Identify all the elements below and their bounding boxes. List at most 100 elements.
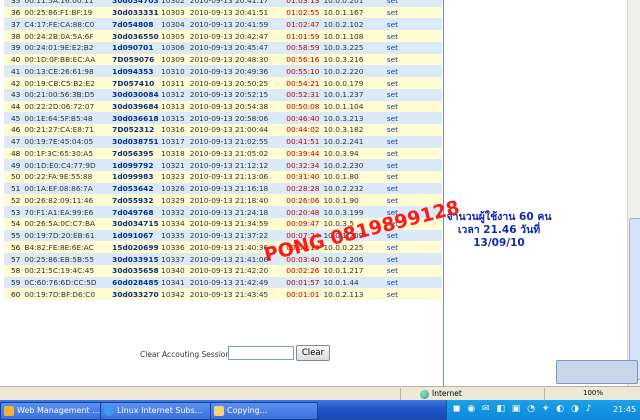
start-time: 2010-09-13 20:54:38 [187, 100, 271, 113]
system-tray: ◼ ◉ ✉ ◧ ▣ ◔ ✦ ◐ ◑ ♪ 21:45 [446, 400, 640, 420]
set-link[interactable]: set [384, 147, 442, 160]
set-link[interactable]: set [384, 6, 442, 19]
session-id: 1d099792 [110, 159, 160, 172]
mac-address: 00:26:5A:0C:C7:BA [22, 217, 111, 230]
start-time: 2010-09-13 21:00:44 [187, 124, 271, 136]
row-number: 53 [4, 206, 23, 218]
start-time: 2010-09-13 20:41:17 [187, 0, 271, 7]
set-link[interactable]: set [384, 288, 442, 301]
start-time: 2010-09-13 20:42:47 [187, 30, 271, 42]
zoom-level[interactable]: 100% [583, 389, 603, 397]
scrollbar-thumb[interactable] [629, 218, 640, 380]
browser-content: 35 00:11:5A:16:00:11 30d034703 10302 2010-09… [0, 0, 640, 386]
globe-icon [420, 389, 429, 399]
annotation-line-time: เวลา 21.46 วันที่ [457, 224, 541, 236]
taskbar-item-copying[interactable]: Copying... [210, 402, 318, 420]
duration: 00:01:01 [270, 288, 322, 301]
account-id: 10318 [159, 147, 188, 160]
row-number: 39 [4, 41, 23, 54]
row-number: 60 [4, 288, 23, 301]
ip-address: 10.0.3.182 [321, 124, 385, 136]
browser-status-bar: Internet 100% [0, 386, 640, 401]
table-row: 52 00:26:82:09:11:46 7d055932 10329 2010-09-… [4, 194, 442, 207]
set-link[interactable]: set [384, 0, 442, 7]
set-link[interactable]: set [384, 100, 442, 113]
account-id: 10302 [159, 0, 188, 7]
duration: 00:50:08 [270, 100, 322, 113]
set-link[interactable]: set [384, 65, 442, 78]
language-bar[interactable] [556, 360, 638, 384]
start-time: 2010-09-13 20:41:51 [187, 6, 271, 19]
set-link[interactable]: set [384, 171, 442, 183]
clear-session-input[interactable] [228, 346, 294, 360]
mac-address: 00:21:5C:19:4C:45 [22, 264, 111, 277]
mac-address: 00:21:00:56:3B:D5 [22, 88, 111, 101]
mac-address: 00:19:7D:BF:D6:C0 [22, 288, 111, 301]
set-link[interactable]: set [384, 41, 442, 54]
table-row: 58 00:21:5C:19:4C:45 30d035658 10340 2010-09… [4, 264, 442, 277]
start-time: 2010-09-13 20:58:06 [187, 112, 271, 125]
set-link[interactable]: set [384, 18, 442, 31]
set-link[interactable]: set [384, 253, 442, 265]
taskbar-item-label: Linux Internet Subs... [117, 406, 203, 415]
start-time: 2010-09-13 21:41:06 [187, 253, 271, 265]
start-time: 2010-09-13 21:05:02 [187, 147, 271, 160]
row-number: 55 [4, 229, 23, 242]
session-id: 1d094353 [110, 65, 160, 78]
table-row: 35 00:11:5A:16:00:11 30d034703 10302 2010-09… [4, 0, 442, 7]
tray-icons[interactable]: ◼ ◉ ✉ ◧ ▣ ◔ ✦ ◐ ◑ ♪ [453, 404, 593, 414]
set-link[interactable]: set [384, 135, 442, 148]
session-id: 7D059076 [110, 53, 160, 66]
mac-address: 00:1D:E0:C4:77:9D [22, 159, 111, 172]
set-link[interactable]: set [384, 112, 442, 125]
start-time: 2010-09-13 21:16:18 [187, 182, 271, 195]
mac-address: 0C:60:76:6D:CC:5D [22, 276, 111, 289]
duration: 00:09:47 [270, 217, 322, 230]
set-link[interactable]: set [384, 264, 442, 277]
taskbar-item-web-management[interactable]: Web Management ... [0, 402, 112, 420]
table-row: 51 00:1A:EF:08:86:7A 7d053642 10326 2010-09-… [4, 182, 442, 195]
session-table-container: 35 00:11:5A:16:00:11 30d034703 10302 2010-09… [4, 0, 442, 301]
set-link[interactable]: set [384, 276, 442, 289]
mac-address: B4:82:FE:8E:6E:AC [22, 241, 111, 254]
mac-address: 00:11:5A:16:00:11 [22, 0, 111, 7]
mac-address: 00:19:CB:C5:B2:E2 [22, 77, 111, 89]
duration: 00:41:51 [270, 135, 322, 148]
mac-address: 00:1E:64:5F:B5:48 [22, 112, 111, 125]
ip-address: 10.0.2.220 [321, 65, 385, 78]
session-id: 7d054808 [110, 18, 160, 31]
session-id: 7d053642 [110, 182, 160, 195]
clock[interactable]: 21:45 [613, 405, 636, 414]
taskbar-item-linux-internet[interactable]: Linux Internet Subs... [100, 402, 222, 420]
set-link[interactable]: set [384, 159, 442, 172]
vertical-scrollbar[interactable] [627, 0, 640, 386]
duration: 00:39:44 [270, 147, 322, 160]
table-row: 46 00:21:27:CA:E8:71 7D052312 10316 2010-09-… [4, 124, 442, 136]
row-number: 38 [4, 30, 23, 42]
table-row: 38 00:24:2B:0A:5A:6F 30d036550 10305 2010-09… [4, 30, 442, 42]
clear-session-label: Clear Accouting Session : [140, 350, 236, 359]
row-number: 49 [4, 159, 23, 172]
ip-address: 10.0.2.232 [321, 182, 385, 195]
set-link[interactable]: set [384, 77, 442, 89]
account-id: 10306 [159, 41, 188, 54]
account-id: 10336 [159, 241, 188, 254]
set-link[interactable]: set [384, 88, 442, 101]
duration: 01:01:59 [270, 30, 322, 42]
start-time: 2010-09-13 20:49:36 [187, 65, 271, 78]
status-divider [400, 388, 401, 400]
set-link[interactable]: set [384, 30, 442, 42]
session-id: 30d033331 [110, 6, 160, 19]
ip-address: 10.0.1.90 [321, 194, 385, 207]
session-id: 7d055932 [110, 194, 160, 207]
clear-button[interactable]: Clear [296, 345, 330, 361]
start-time: 2010-09-13 21:02:55 [187, 135, 271, 148]
set-link[interactable]: set [384, 53, 442, 66]
security-zone[interactable]: Internet [420, 389, 462, 399]
set-link[interactable]: set [384, 182, 442, 195]
session-id: 7d056395 [110, 147, 160, 160]
account-id: 10340 [159, 264, 188, 277]
set-link[interactable]: set [384, 124, 442, 136]
ip-address: 10.0.3.94 [321, 147, 385, 160]
start-time: 2010-09-13 21:34:59 [187, 217, 271, 230]
